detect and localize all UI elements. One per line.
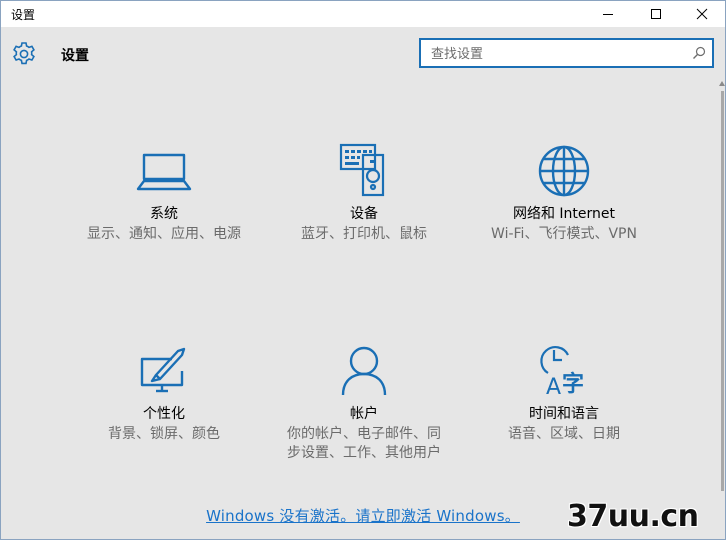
title-bar[interactable]: 设置 — [1, 1, 725, 27]
tile-system-name: 系统 — [150, 206, 178, 222]
watermark-text: 37uu.cn — [567, 499, 699, 534]
search-box[interactable] — [419, 38, 714, 68]
close-icon — [696, 8, 708, 20]
settings-header: 设置 — [1, 27, 725, 79]
time-language-icon: A 字 — [540, 346, 584, 400]
tile-system[interactable]: 系统 显示、通知、应用、电源 — [74, 141, 254, 244]
tile-network-name: 网络和 Internet — [512, 206, 616, 222]
account-icon — [341, 346, 387, 396]
tile-time-language-name: 时间和语言 — [529, 406, 599, 422]
search-input[interactable] — [429, 44, 683, 64]
site-watermark: 37uu.cn — [567, 495, 725, 539]
scroll-up-arrow-icon[interactable] — [719, 81, 725, 86]
gear-icon — [13, 42, 35, 65]
settings-window: 设置 设置 查找设置 系统 显示、通知、应用、电源 设备 蓝牙、打印机、鼠标 网… — [0, 0, 726, 540]
tile-personalization-name: 个性化 — [143, 406, 185, 422]
tile-accounts-name: 帐户 — [350, 406, 378, 422]
tile-accounts[interactable]: 帐户 你的帐户、电子邮件、同步设置、工作、其他用户 — [274, 341, 454, 463]
tile-time-language-desc: 语音、区域、日期 — [508, 426, 620, 442]
tile-system-desc: 显示、通知、应用、电源 — [87, 226, 241, 242]
svg-text:字: 字 — [562, 371, 584, 397]
tile-devices[interactable]: 设备 蓝牙、打印机、鼠标 — [274, 141, 454, 244]
scrollbar[interactable] — [719, 81, 725, 501]
window-title: 设置 — [11, 8, 36, 22]
search-icon[interactable] — [692, 46, 706, 60]
tile-devices-desc: 蓝牙、打印机、鼠标 — [301, 226, 427, 242]
personalization-icon — [140, 347, 186, 393]
minimize-button[interactable] — [585, 1, 631, 27]
tile-personalization-desc: 背景、锁屏、颜色 — [108, 426, 220, 442]
tile-devices-name: 设备 — [350, 206, 378, 222]
maximize-icon — [651, 9, 661, 19]
tile-accounts-desc: 你的帐户、电子邮件、同步设置、工作、其他用户 — [287, 426, 441, 461]
page-title: 设置 — [61, 48, 89, 64]
maximize-button[interactable] — [633, 1, 679, 27]
laptop-icon — [136, 153, 192, 191]
scrollbar-thumb[interactable] — [721, 91, 724, 491]
tile-time-language[interactable]: A 字 时间和语言 语音、区域、日期 — [474, 341, 654, 444]
minimize-icon — [603, 14, 613, 15]
globe-icon — [538, 145, 590, 197]
close-button[interactable] — [679, 1, 725, 27]
svg-text:A: A — [546, 375, 561, 400]
devices-icon — [339, 143, 385, 197]
tile-personalization[interactable]: 个性化 背景、锁屏、颜色 — [74, 341, 254, 444]
tile-network[interactable]: 网络和 Internet Wi-Fi、飞行模式、VPN — [474, 141, 654, 244]
tile-network-desc: Wi-Fi、飞行模式、VPN — [491, 226, 637, 242]
